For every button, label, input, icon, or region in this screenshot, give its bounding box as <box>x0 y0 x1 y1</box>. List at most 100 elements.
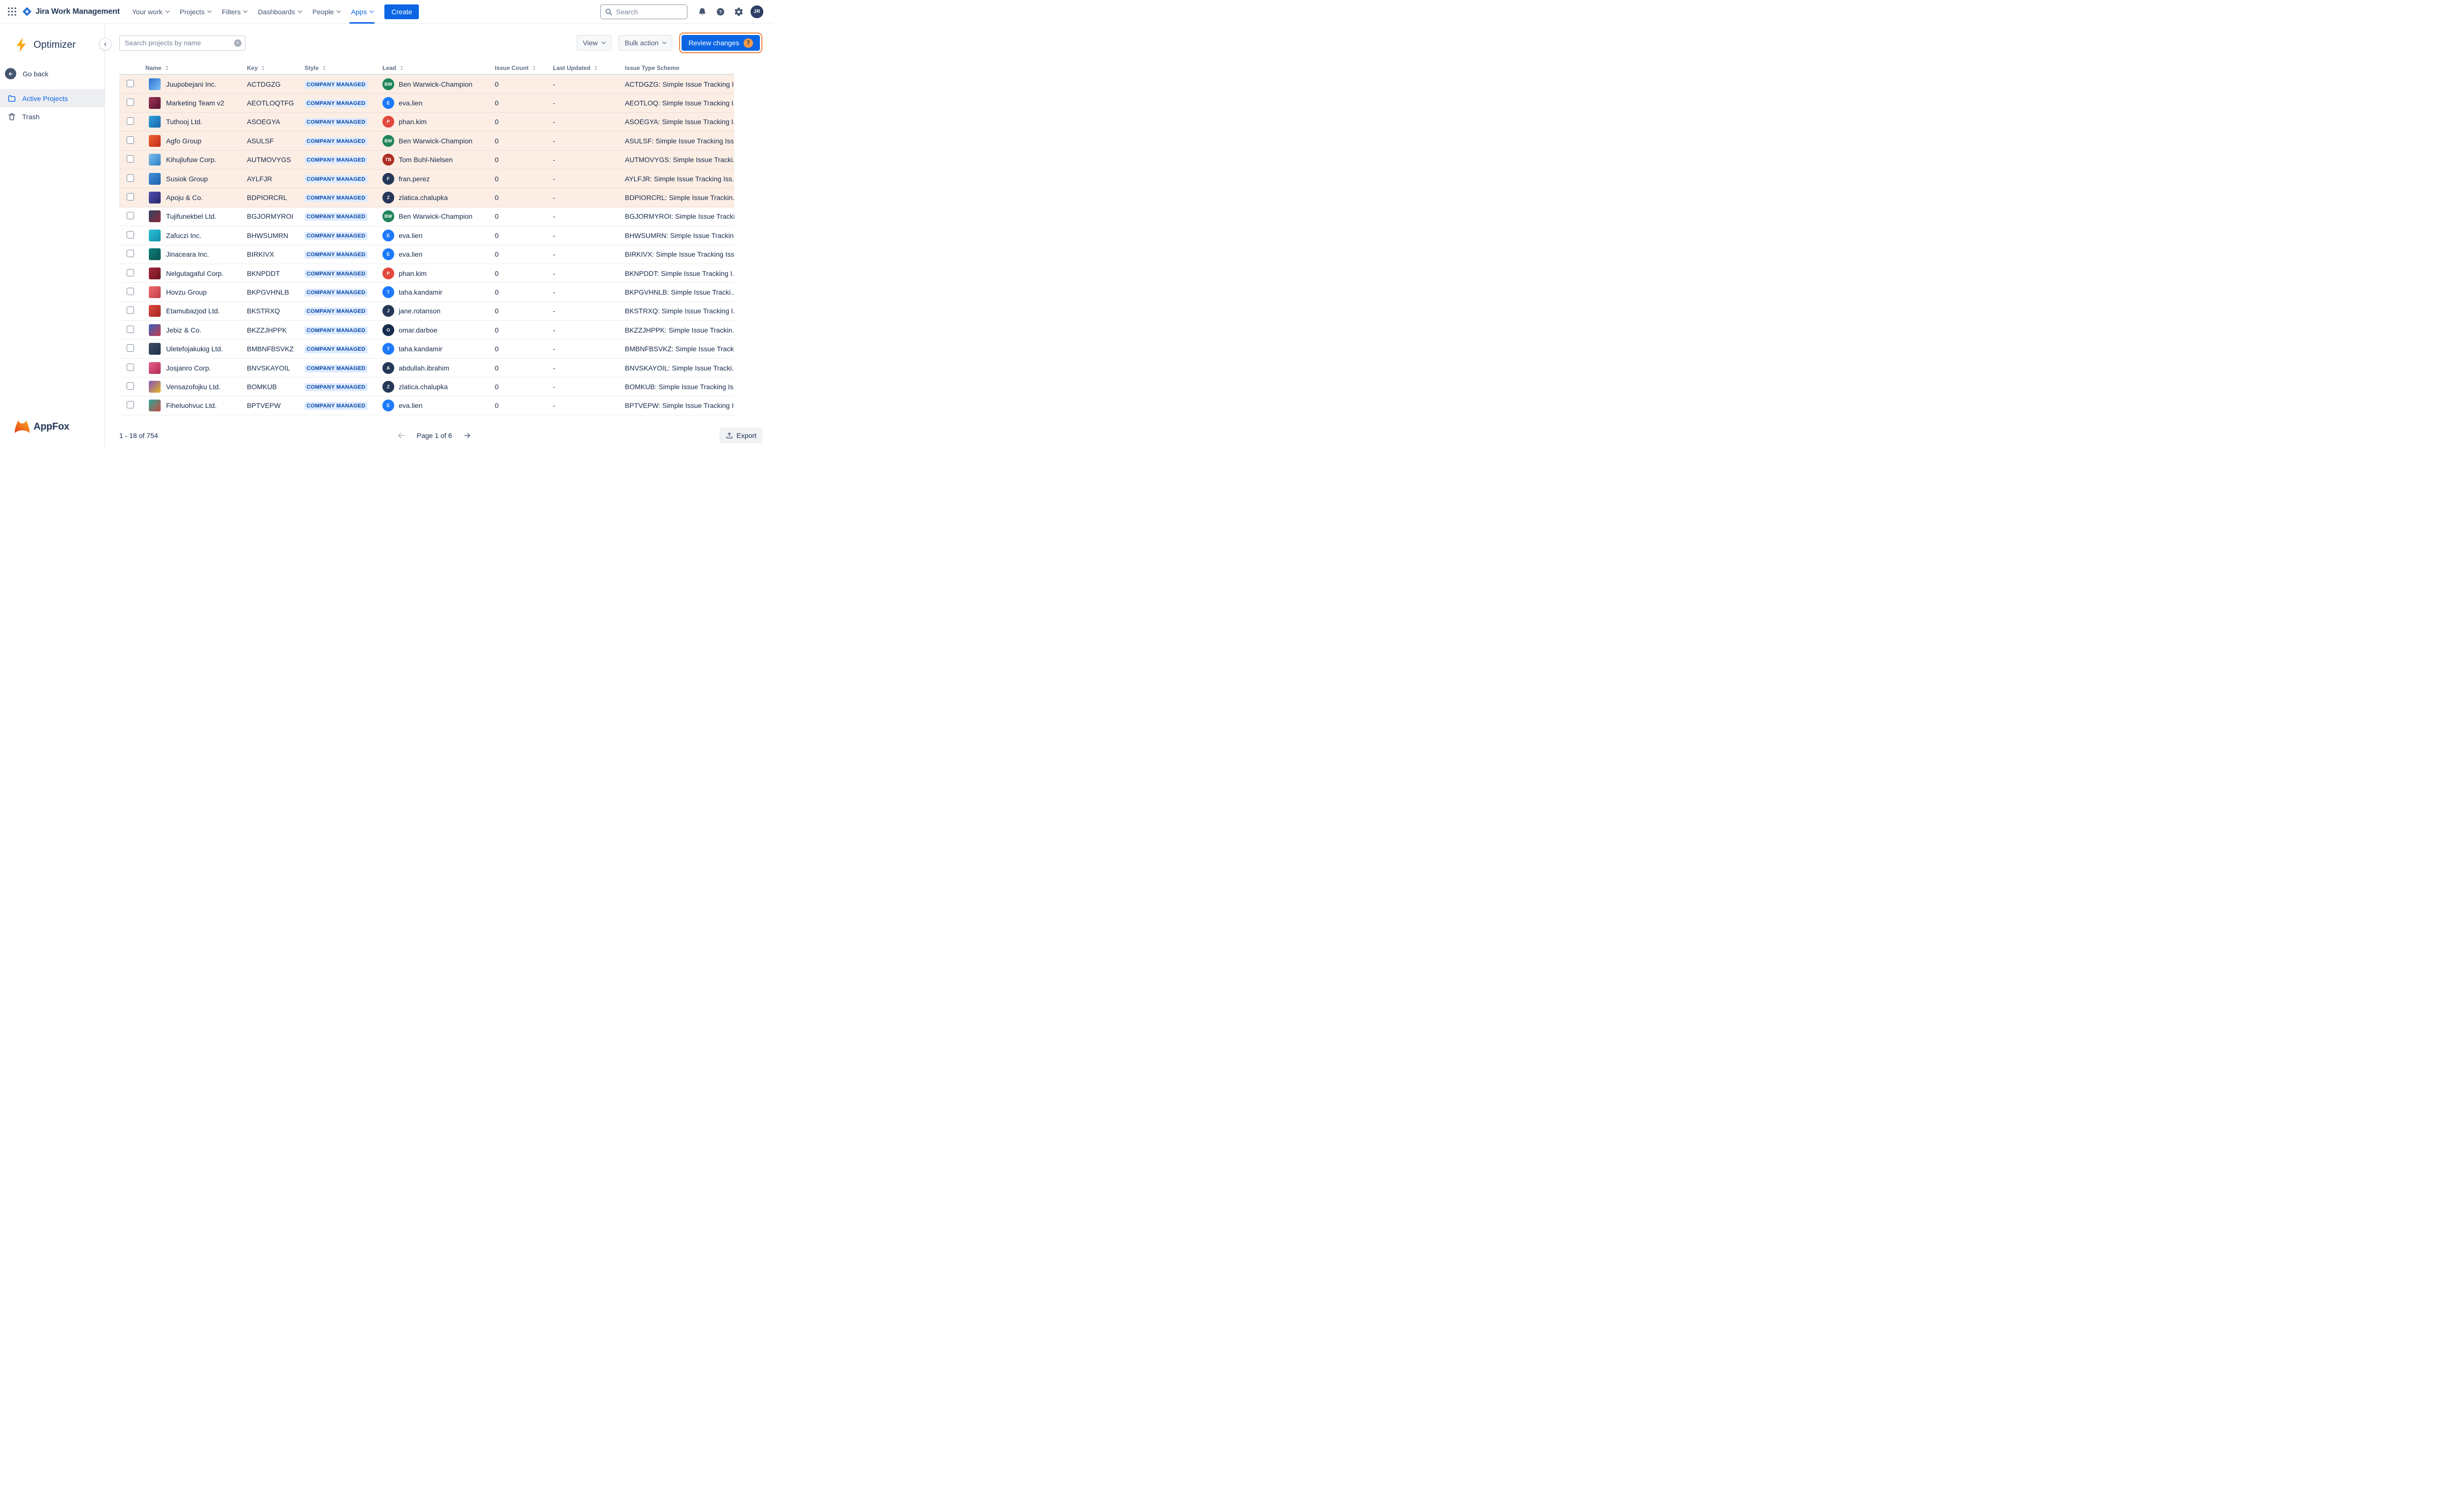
header-cell-issue-type-scheme[interactable]: Issue Type Scheme <box>622 65 734 71</box>
table-row: Etamubazjod Ltd. BKSTRXQ COMPANY MANAGED… <box>119 302 734 321</box>
lead-name: Tom Buhl-Nielsen <box>399 156 453 164</box>
sidebar-item-trash[interactable]: Trash <box>0 107 104 126</box>
project-name[interactable]: Josjanro Corp. <box>166 364 211 372</box>
issue-count: 0 <box>492 232 550 239</box>
row-checkbox[interactable] <box>127 269 134 276</box>
row-checkbox[interactable] <box>127 117 134 125</box>
issue-type-scheme: BIRKIVX: Simple Issue Tracking Iss... <box>622 250 734 258</box>
project-search-input[interactable] <box>119 35 245 51</box>
row-checkbox[interactable] <box>127 250 134 257</box>
header-cell-issue-count[interactable]: Issue Count <box>492 65 550 71</box>
help-button[interactable]: ? <box>713 4 728 20</box>
project-name[interactable]: Uletefojakukig Ltd. <box>166 345 223 353</box>
project-name[interactable]: Etamubazjod Ltd. <box>166 307 220 315</box>
header-cell-last-updated[interactable]: Last Updated <box>550 65 622 71</box>
row-checkbox[interactable] <box>127 136 134 144</box>
arrow-left-icon <box>397 431 406 440</box>
sort-icon[interactable] <box>593 65 599 71</box>
clear-search-icon[interactable]: × <box>234 39 241 47</box>
row-checkbox[interactable] <box>127 99 134 106</box>
issue-count: 0 <box>492 402 550 409</box>
project-name[interactable]: Juupobejani Inc. <box>166 80 216 88</box>
row-checkbox[interactable] <box>127 288 134 295</box>
view-dropdown[interactable]: View <box>577 35 612 51</box>
issue-type-scheme: BGJORMYROI: Simple Issue Tracki... <box>622 212 734 220</box>
row-checkbox[interactable] <box>127 80 134 87</box>
project-name[interactable]: Marketing Team v2 <box>166 99 224 107</box>
nav-projects[interactable]: Projects <box>174 0 217 24</box>
lead-name: omar.darboe <box>399 326 438 334</box>
row-checkbox[interactable] <box>127 364 134 371</box>
last-updated: - <box>550 175 622 183</box>
brand[interactable]: Jira Work Management <box>20 6 127 17</box>
create-button[interactable]: Create <box>384 4 419 19</box>
arrow-right-icon <box>463 431 472 440</box>
row-checkbox[interactable] <box>127 174 134 182</box>
app-title: Jira Work Management <box>35 7 120 16</box>
project-name[interactable]: Jinaceara Inc. <box>166 250 209 258</box>
row-checkbox[interactable] <box>127 231 134 238</box>
svg-text:?: ? <box>719 9 722 15</box>
row-checkbox[interactable] <box>127 344 134 352</box>
export-button[interactable]: Export <box>719 428 762 443</box>
bulk-action-dropdown[interactable]: Bulk action <box>618 35 672 51</box>
project-key: BKZZJHPPK <box>244 326 302 334</box>
project-name[interactable]: Jebiz & Co. <box>166 326 202 334</box>
sort-icon[interactable] <box>531 65 537 71</box>
sidebar-item-active-projects[interactable]: Active Projects <box>0 89 104 107</box>
project-name[interactable]: Vensazofojku Ltd. <box>166 383 221 391</box>
project-name[interactable]: Tujifunekbel Ltd. <box>166 212 216 220</box>
header-cell-style[interactable]: Style <box>302 65 379 71</box>
issue-type-scheme: ASOEGYA: Simple Issue Tracking I... <box>622 118 734 126</box>
nav-people[interactable]: People <box>307 0 346 24</box>
project-avatar <box>149 97 161 109</box>
project-name[interactable]: Fiheluohvuc Ltd. <box>166 402 217 409</box>
settings-button[interactable] <box>731 4 747 20</box>
row-checkbox[interactable] <box>127 382 134 390</box>
header-cell-lead[interactable]: Lead <box>379 65 492 71</box>
review-changes-button[interactable]: Review changes 7 <box>682 35 760 51</box>
header-cell-key[interactable]: Key <box>244 65 302 71</box>
table-row: Kihujlufuw Corp. AUTMOVYGS COMPANY MANAG… <box>119 151 734 169</box>
project-name[interactable]: Zafuczi Inc. <box>166 232 202 239</box>
sort-icon[interactable] <box>260 65 266 71</box>
nav-label: People <box>312 8 334 16</box>
project-name[interactable]: Kihujlufuw Corp. <box>166 156 216 164</box>
sort-icon[interactable] <box>164 65 170 71</box>
nav-your-work[interactable]: Your work <box>127 0 174 24</box>
table-row: Tujifunekbel Ltd. BGJORMYROI COMPANY MAN… <box>119 207 734 226</box>
global-search-input[interactable] <box>600 4 687 19</box>
style-badge: COMPANY MANAGED <box>305 213 368 221</box>
row-checkbox[interactable] <box>127 401 134 408</box>
project-name[interactable]: Tuthooj Ltd. <box>166 118 202 126</box>
project-name[interactable]: Agfo Group <box>166 137 202 145</box>
project-name[interactable]: Hovzu Group <box>166 288 206 296</box>
app-switcher-button[interactable] <box>4 4 20 20</box>
header-cell-name[interactable]: Name <box>143 65 244 71</box>
last-updated: - <box>550 156 622 164</box>
issue-count: 0 <box>492 326 550 334</box>
nav-apps[interactable]: Apps <box>345 0 378 24</box>
row-checkbox[interactable] <box>127 155 134 163</box>
row-checkbox[interactable] <box>127 193 134 201</box>
project-name[interactable]: Apoju & Co. <box>166 194 203 202</box>
sort-icon[interactable] <box>399 65 405 71</box>
sort-icon[interactable] <box>321 65 327 71</box>
row-checkbox[interactable] <box>127 212 134 219</box>
trash-icon <box>7 112 16 121</box>
project-name[interactable]: Nelgutagaful Corp. <box>166 269 224 277</box>
go-back-button[interactable]: Go back <box>0 66 104 81</box>
row-checkbox[interactable] <box>127 306 134 314</box>
nav-filters[interactable]: Filters <box>216 0 252 24</box>
issue-type-scheme: BKNPDDT: Simple Issue Tracking I... <box>622 269 734 277</box>
issue-type-scheme: AUTMOVYGS: Simple Issue Tracki... <box>622 156 734 164</box>
notifications-button[interactable] <box>694 4 710 20</box>
table-row: Marketing Team v2 AEOTLOQTFG COMPANY MAN… <box>119 94 734 112</box>
project-name[interactable]: Susiok Group <box>166 175 208 183</box>
profile-button[interactable]: JR <box>749 4 765 20</box>
next-page-button[interactable] <box>461 429 474 442</box>
sidebar-collapse-button[interactable] <box>99 38 111 50</box>
nav-dashboards[interactable]: Dashboards <box>252 0 307 24</box>
row-checkbox[interactable] <box>127 326 134 333</box>
prev-page-button[interactable] <box>395 429 408 442</box>
